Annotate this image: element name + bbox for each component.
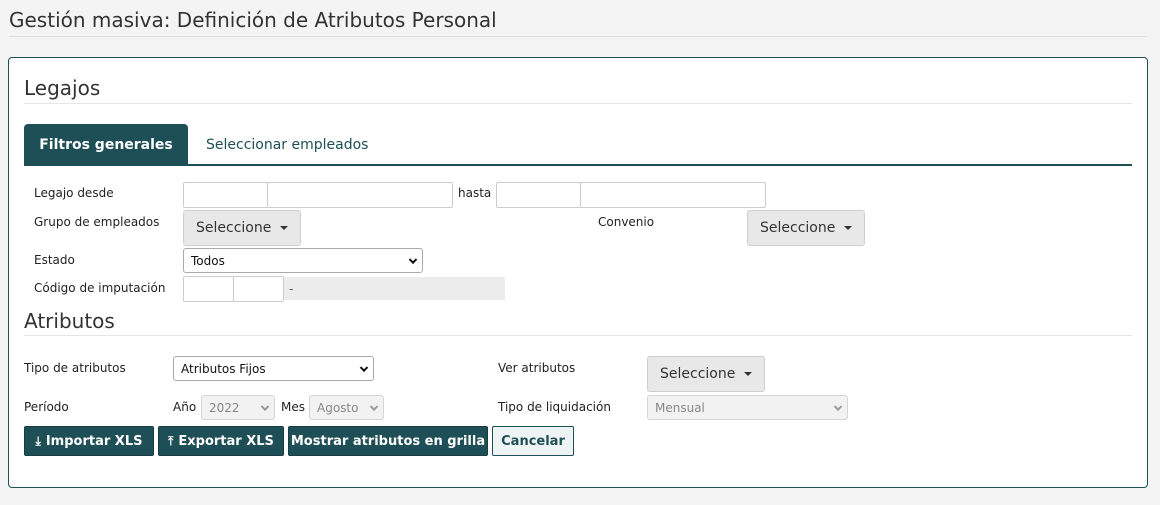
main-panel: Legajos Filtros generales Seleccionar em…	[8, 57, 1148, 488]
tipo-atributos-value: Atributos Fijos	[181, 361, 266, 376]
tipo-liquidacion-label: Tipo de liquidación	[498, 400, 611, 414]
exportar-xls-button[interactable]: ⤒ Exportar XLS	[158, 426, 284, 456]
estado-select[interactable]: Todos	[183, 248, 423, 273]
legajo-desde-name-input[interactable]	[267, 182, 453, 208]
chevron-down-icon	[260, 402, 270, 411]
grupo-empleados-value: Seleccione	[196, 220, 272, 236]
import-icon: ⤓	[35, 433, 41, 448]
grupo-empleados-dropdown[interactable]: Seleccione	[183, 210, 301, 246]
hasta-label: hasta	[458, 186, 492, 200]
estado-label: Estado	[34, 253, 75, 267]
tab-filtros-generales[interactable]: Filtros generales	[24, 124, 188, 165]
chevron-down-icon	[359, 363, 369, 372]
caret-down-icon	[744, 372, 753, 376]
anio-select[interactable]: 2022	[201, 395, 275, 420]
mes-select[interactable]: Agosto	[309, 395, 384, 420]
grupo-empleados-label: Grupo de empleados	[34, 215, 160, 229]
codigo-imputacion-description: -	[284, 277, 505, 300]
atributos-divider	[24, 335, 1132, 336]
caret-down-icon	[844, 226, 853, 230]
anio-label: Año	[173, 400, 197, 414]
tipo-atributos-label: Tipo de atributos	[24, 361, 126, 375]
chevron-down-icon	[408, 255, 418, 264]
codigo-imputacion-input-1[interactable]	[183, 276, 234, 302]
chevron-down-icon	[833, 402, 843, 411]
importar-xls-label: Importar XLS	[45, 433, 143, 449]
estado-value: Todos	[191, 253, 225, 268]
title-divider	[9, 36, 1147, 37]
export-icon: ⤒	[168, 433, 174, 448]
legajos-section-title: Legajos	[24, 76, 101, 100]
codigo-imputacion-input-2[interactable]	[233, 276, 284, 302]
legajo-desde-code-input[interactable]	[183, 182, 268, 208]
mes-label: Mes	[281, 400, 305, 414]
convenio-dropdown[interactable]: Seleccione	[747, 210, 865, 246]
chevron-down-icon	[369, 402, 379, 411]
periodo-label: Período	[24, 400, 69, 414]
importar-xls-button[interactable]: ⤓ Importar XLS	[24, 426, 154, 456]
tipo-liquidacion-value: Mensual	[655, 400, 705, 415]
mostrar-atributos-button[interactable]: Mostrar atributos en grilla	[288, 426, 488, 456]
legajo-desde-label: Legajo desde	[34, 186, 114, 200]
mes-value: Agosto	[317, 400, 359, 415]
exportar-xls-label: Exportar XLS	[178, 433, 274, 449]
convenio-label: Convenio	[598, 215, 655, 229]
convenio-value: Seleccione	[760, 220, 836, 236]
legajo-hasta-code-input[interactable]	[496, 182, 581, 208]
anio-value: 2022	[209, 400, 240, 415]
codigo-imputacion-label: Código de imputación	[34, 281, 166, 295]
ver-atributos-label: Ver atributos	[498, 361, 576, 375]
ver-atributos-dropdown[interactable]: Seleccione	[647, 356, 765, 392]
cancelar-button[interactable]: Cancelar	[492, 426, 574, 456]
tipo-liquidacion-select[interactable]: Mensual	[647, 395, 848, 420]
legajos-divider	[24, 103, 1132, 104]
tab-seleccionar-empleados[interactable]: Seleccionar empleados	[206, 124, 368, 165]
legajo-hasta-name-input[interactable]	[580, 182, 766, 208]
caret-down-icon	[280, 226, 289, 230]
atributos-section-title: Atributos	[24, 309, 115, 333]
tipo-atributos-select[interactable]: Atributos Fijos	[173, 356, 374, 381]
ver-atributos-value: Seleccione	[660, 366, 736, 382]
page-title: Gestión masiva: Definición de Atributos …	[9, 8, 497, 32]
tabs-underline	[24, 164, 1132, 166]
